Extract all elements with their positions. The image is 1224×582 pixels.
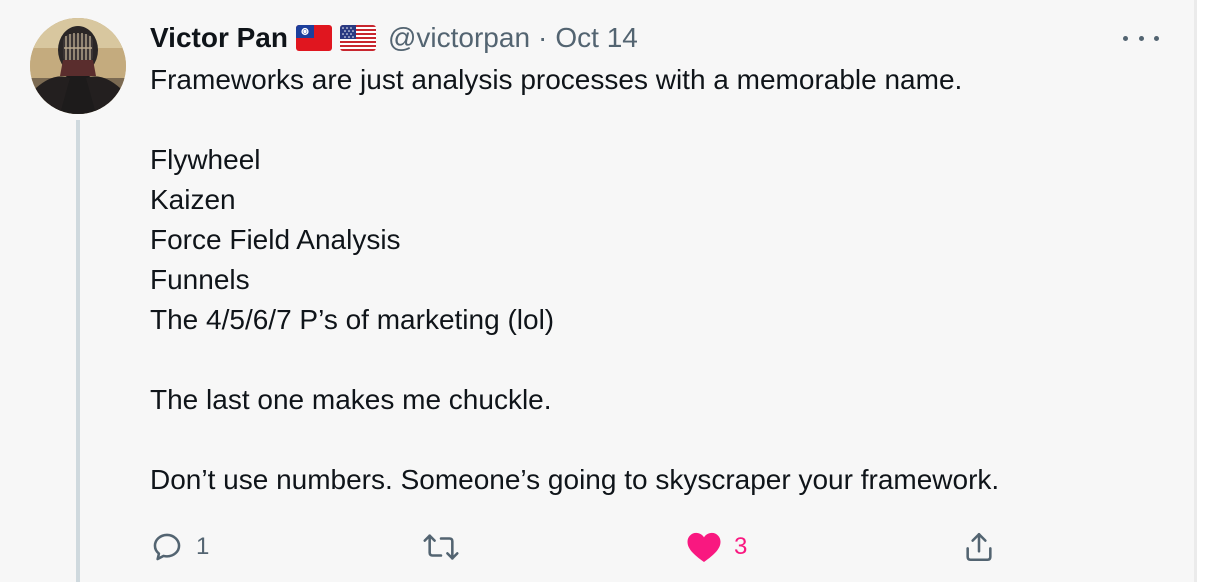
tweet-text-line: Flywheel xyxy=(150,144,261,175)
like-button[interactable]: 3 xyxy=(686,522,747,572)
tweet-text-line xyxy=(150,420,1170,460)
tweet-text-line: Don’t use numbers. Someone’s going to sk… xyxy=(150,464,1000,495)
heart-icon xyxy=(687,532,721,562)
taiwan-flag-icon xyxy=(295,25,332,51)
reply-count: 1 xyxy=(196,533,210,560)
side-background xyxy=(1197,0,1224,582)
tweet-header: Victor Pan @victorpan · Oct 14 xyxy=(150,20,638,56)
tweet-text-line: Funnels xyxy=(150,264,250,295)
author-name[interactable]: Victor Pan xyxy=(150,22,288,54)
tweet-text-line xyxy=(150,340,1170,380)
tweet-text-line: Kaizen xyxy=(150,184,236,215)
us-flag-icon xyxy=(339,25,376,51)
separator-dot: · xyxy=(538,22,548,53)
tweet-text: Frameworks are just analysis processes w… xyxy=(150,60,1170,500)
thread-line xyxy=(76,120,80,582)
tweet-text-line: Frameworks are just analysis processes w… xyxy=(150,64,963,95)
like-count: 3 xyxy=(734,533,748,560)
tweet[interactable]: Victor Pan @victorpan · Oct 14 Framework… xyxy=(0,0,1194,582)
avatar[interactable] xyxy=(30,18,126,114)
share-icon xyxy=(966,532,992,562)
tweet-text-line xyxy=(150,100,1170,140)
tweet-actions: 1 3 xyxy=(150,522,1010,572)
more-icon[interactable] xyxy=(1123,26,1159,50)
tweet-text-line: The 4/5/6/7 P’s of marketing (lol) xyxy=(150,304,555,335)
reply-icon xyxy=(153,533,181,561)
share-button[interactable] xyxy=(962,522,1008,572)
retweet-button[interactable] xyxy=(422,522,472,572)
avatar-image xyxy=(30,18,126,114)
author-handle[interactable]: @victorpan xyxy=(388,22,530,54)
retweet-icon xyxy=(423,534,459,560)
tweet-text-line: Force Field Analysis xyxy=(150,224,401,255)
tweet-date[interactable]: Oct 14 xyxy=(555,22,637,54)
tweet-text-line: The last one makes me chuckle. xyxy=(150,384,552,415)
reply-button[interactable]: 1 xyxy=(150,522,209,572)
